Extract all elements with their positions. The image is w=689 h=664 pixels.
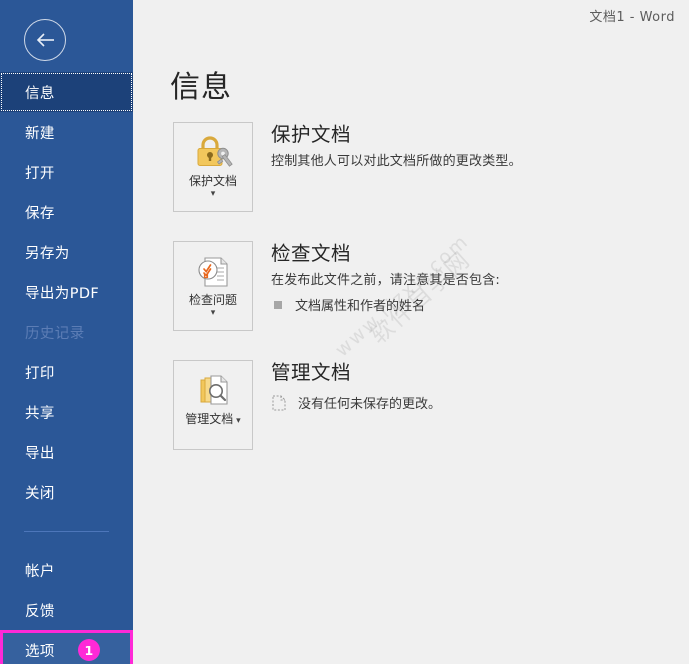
- sidebar-item-save[interactable]: 保存: [0, 192, 133, 232]
- page-title: 信息: [170, 70, 232, 105]
- dashed-document-icon: [271, 394, 287, 411]
- inspect-document-bullet-label: 文档属性和作者的姓名: [295, 299, 426, 314]
- backstage-sidebar: 信息新建打开保存另存为导出为PDF 历史记录打印共享导出关闭帐户反馈选项 1: [0, 0, 133, 664]
- sidebar-item-options[interactable]: 选项 1: [0, 630, 133, 664]
- protect-document-button-label: 保护文档: [188, 174, 237, 188]
- backstage-nav-list: 信息新建打开保存另存为导出为PDF 历史记录打印共享导出关闭帐户反馈选项 1: [0, 72, 133, 664]
- step-badge: 1: [78, 639, 100, 661]
- protect-document-description: 控制其他人可以对此文档所做的更改类型。: [271, 154, 522, 169]
- sidebar-item-label: 共享: [25, 405, 55, 422]
- inspect-document-description: 在发布此文件之前，请注意其是否包含:: [271, 273, 500, 288]
- sidebar-item-label: 帐户: [25, 563, 55, 580]
- protect-document-body: 保护文档 控制其他人可以对此文档所做的更改类型。: [271, 122, 522, 171]
- sidebar-item-label: 保存: [25, 205, 55, 222]
- sidebar-item-close[interactable]: 关闭: [0, 472, 133, 512]
- sidebar-item-label: 关闭: [25, 485, 55, 502]
- section-manage-document: 管理文档 ▾ 管理文档 没有任何未保存的更改。: [173, 360, 441, 450]
- back-arrow-button[interactable]: [24, 19, 66, 61]
- document-search-icon: [193, 370, 233, 410]
- section-inspect-document: 检查问题 ▾ 检查文档 在发布此文件之前，请注意其是否包含: 文档属性和作者的姓…: [173, 241, 500, 331]
- manage-document-heading: 管理文档: [271, 361, 352, 384]
- sidebar-item-label: 反馈: [25, 603, 55, 620]
- word-backstage-screen: 信息新建打开保存另存为导出为PDF 历史记录打印共享导出关闭帐户反馈选项 1 文档1…: [0, 0, 689, 664]
- sidebar-item-label: 导出为PDF: [25, 285, 100, 302]
- sidebar-item-info[interactable]: 信息: [0, 72, 133, 112]
- manage-document-button[interactable]: 管理文档 ▾: [173, 360, 253, 450]
- manage-document-note: 没有任何未保存的更改。: [271, 393, 441, 412]
- inspect-document-bullet: 文档属性和作者的姓名: [271, 295, 500, 314]
- sidebar-item-label: 新建: [25, 125, 55, 142]
- sidebar-item-account[interactable]: 帐户: [0, 550, 133, 590]
- document-check-icon: [193, 251, 233, 291]
- sidebar-item-new[interactable]: 新建: [0, 112, 133, 152]
- sidebar-item-feedback[interactable]: 反馈: [0, 590, 133, 630]
- sidebar-item-label: 导出: [25, 445, 55, 462]
- backstage-main-panel: 文档1 - Word 信息 软件自学网 www.rjzxw.com 保护文档 ▾…: [133, 0, 689, 664]
- sidebar-item-share[interactable]: 共享: [0, 392, 133, 432]
- back-arrow-icon: [34, 30, 56, 50]
- sidebar-item-open[interactable]: 打开: [0, 152, 133, 192]
- sidebar-item-export[interactable]: 导出: [0, 432, 133, 472]
- manage-document-body: 管理文档 没有任何未保存的更改。: [271, 360, 441, 412]
- sidebar-item-label: 另存为: [25, 245, 70, 262]
- sidebar-separator-line: [24, 530, 109, 532]
- sidebar-item-label: 打开: [25, 165, 55, 182]
- check-for-issues-button-label: 检查问题: [188, 293, 237, 307]
- sidebar-item-label: 选项: [25, 643, 55, 660]
- check-for-issues-button[interactable]: 检查问题 ▾: [173, 241, 253, 331]
- sidebar-item-history: 历史记录: [0, 312, 133, 352]
- section-protect-document: 保护文档 ▾ 保护文档 控制其他人可以对此文档所做的更改类型。: [173, 122, 522, 212]
- inspect-document-heading: 检查文档: [271, 242, 352, 265]
- manage-document-note-label: 没有任何未保存的更改。: [298, 397, 442, 412]
- chevron-down-icon[interactable]: ▾: [233, 416, 241, 426]
- sidebar-separator: [0, 512, 133, 550]
- bullet-square-icon: [274, 300, 282, 309]
- lock-key-icon: [193, 132, 233, 172]
- sidebar-item-print[interactable]: 打印: [0, 352, 133, 392]
- manage-document-button-label: 管理文档 ▾: [178, 412, 248, 429]
- chevron-down-icon[interactable]: ▾: [211, 190, 216, 199]
- inspect-document-body: 检查文档 在发布此文件之前，请注意其是否包含: 文档属性和作者的姓名: [271, 241, 500, 314]
- chevron-down-icon[interactable]: ▾: [211, 309, 216, 318]
- window-title: 文档1 - Word: [589, 10, 675, 25]
- protect-document-button[interactable]: 保护文档 ▾: [173, 122, 253, 212]
- sidebar-item-label: 信息: [25, 85, 55, 102]
- manage-document-button-label-text: 管理文档: [185, 412, 234, 426]
- sidebar-item-export-pdf[interactable]: 导出为PDF: [0, 272, 133, 312]
- sidebar-item-save-as[interactable]: 另存为: [0, 232, 133, 272]
- sidebar-item-label: 历史记录: [25, 325, 85, 342]
- sidebar-item-label: 打印: [25, 365, 55, 382]
- protect-document-heading: 保护文档: [271, 123, 352, 146]
